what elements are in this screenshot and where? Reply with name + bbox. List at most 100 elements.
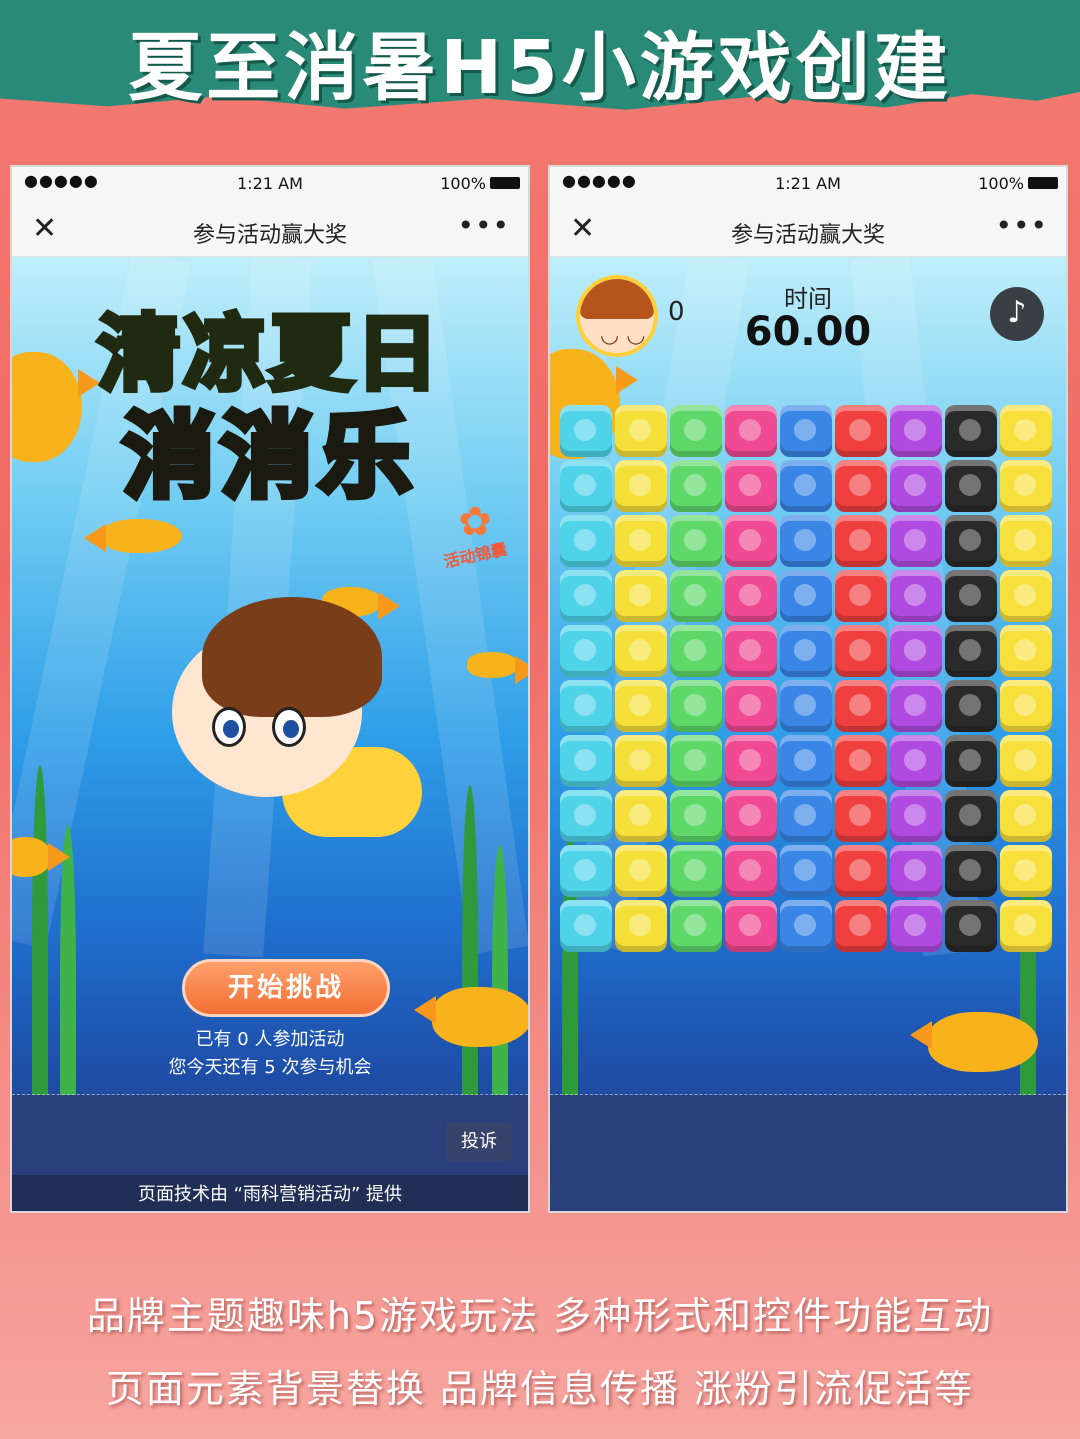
tile-peach[interactable] (725, 515, 777, 567)
tile-melon[interactable] (1000, 790, 1052, 842)
tile-sprout[interactable] (890, 680, 942, 732)
tile-dolphin[interactable] (560, 460, 612, 512)
tile-sprout[interactable] (890, 405, 942, 457)
tile-shrimp[interactable] (835, 790, 887, 842)
tile-sprout[interactable] (890, 570, 942, 622)
tile-wave[interactable] (780, 900, 832, 952)
tile-bomb[interactable] (945, 680, 997, 732)
tile-leaf[interactable] (670, 735, 722, 787)
tile-bomb[interactable] (945, 790, 997, 842)
tile-shrimp[interactable] (835, 405, 887, 457)
tile-shrimp[interactable] (835, 625, 887, 677)
tile-dolphin[interactable] (560, 845, 612, 897)
tile-peach[interactable] (725, 900, 777, 952)
tile-wave[interactable] (780, 680, 832, 732)
activity-tips-badge[interactable]: ✿ 活动锦囊 (430, 502, 520, 572)
tile-peach[interactable] (725, 405, 777, 457)
tile-pineapple[interactable] (615, 405, 667, 457)
tile-wave[interactable] (780, 735, 832, 787)
tile-sprout[interactable] (890, 625, 942, 677)
tile-melon[interactable] (1000, 405, 1052, 457)
tile-bomb[interactable] (945, 515, 997, 567)
tile-peach[interactable] (725, 460, 777, 512)
tile-shrimp[interactable] (835, 515, 887, 567)
tile-leaf[interactable] (670, 515, 722, 567)
tile-leaf[interactable] (670, 570, 722, 622)
tile-shrimp[interactable] (835, 845, 887, 897)
tile-leaf[interactable] (670, 680, 722, 732)
tile-wave[interactable] (780, 845, 832, 897)
tile-melon[interactable] (1000, 900, 1052, 952)
tile-leaf[interactable] (670, 405, 722, 457)
tile-wave[interactable] (780, 515, 832, 567)
tile-sprout[interactable] (890, 735, 942, 787)
timer-value: 60.00 (744, 309, 872, 355)
tile-peach[interactable] (725, 790, 777, 842)
tile-leaf[interactable] (670, 845, 722, 897)
tile-shrimp[interactable] (835, 900, 887, 952)
tile-bomb[interactable] (945, 460, 997, 512)
tile-dolphin[interactable] (560, 680, 612, 732)
tile-shrimp[interactable] (835, 460, 887, 512)
tile-wave[interactable] (780, 570, 832, 622)
tile-melon[interactable] (1000, 735, 1052, 787)
start-challenge-button[interactable]: 开始挑战 (182, 959, 390, 1017)
tile-peach[interactable] (725, 570, 777, 622)
tile-pineapple[interactable] (615, 900, 667, 952)
tile-peach[interactable] (725, 845, 777, 897)
tile-melon[interactable] (1000, 460, 1052, 512)
tile-peach[interactable] (725, 680, 777, 732)
tile-shrimp[interactable] (835, 735, 887, 787)
music-note-icon[interactable]: ♪ (990, 287, 1044, 341)
tile-dolphin[interactable] (560, 900, 612, 952)
game-play-screen: ◡ ◡ 0 时间 60.00 ♪ (550, 257, 1066, 1211)
tile-dolphin[interactable] (560, 625, 612, 677)
tile-dolphin[interactable] (560, 790, 612, 842)
tile-bomb[interactable] (945, 845, 997, 897)
tile-peach[interactable] (725, 735, 777, 787)
tile-pineapple[interactable] (615, 790, 667, 842)
tile-bomb[interactable] (945, 900, 997, 952)
nav-bar: ✕ 参与活动赢大奖 ••• (550, 201, 1066, 257)
tile-dolphin[interactable] (560, 735, 612, 787)
tile-leaf[interactable] (670, 625, 722, 677)
tile-melon[interactable] (1000, 680, 1052, 732)
tile-melon[interactable] (1000, 625, 1052, 677)
tile-wave[interactable] (780, 790, 832, 842)
tile-bomb[interactable] (945, 570, 997, 622)
tile-dolphin[interactable] (560, 515, 612, 567)
tile-sprout[interactable] (890, 460, 942, 512)
fish (910, 1012, 1038, 1072)
tile-wave[interactable] (780, 625, 832, 677)
tile-pineapple[interactable] (615, 460, 667, 512)
tile-pineapple[interactable] (615, 515, 667, 567)
tile-bomb[interactable] (945, 405, 997, 457)
tile-dolphin[interactable] (560, 405, 612, 457)
tile-shrimp[interactable] (835, 570, 887, 622)
tile-bomb[interactable] (945, 735, 997, 787)
tile-pineapple[interactable] (615, 735, 667, 787)
tile-pineapple[interactable] (615, 680, 667, 732)
tile-leaf[interactable] (670, 460, 722, 512)
tile-sprout[interactable] (890, 900, 942, 952)
more-icon[interactable]: ••• (995, 209, 1048, 242)
tile-wave[interactable] (780, 405, 832, 457)
complain-button[interactable]: 投诉 (446, 1123, 512, 1161)
tile-pineapple[interactable] (615, 845, 667, 897)
tile-leaf[interactable] (670, 900, 722, 952)
tile-peach[interactable] (725, 625, 777, 677)
tile-sprout[interactable] (890, 790, 942, 842)
tile-sprout[interactable] (890, 845, 942, 897)
more-icon[interactable]: ••• (457, 209, 510, 242)
tile-bomb[interactable] (945, 625, 997, 677)
tile-melon[interactable] (1000, 515, 1052, 567)
tile-pineapple[interactable] (615, 625, 667, 677)
tile-pineapple[interactable] (615, 570, 667, 622)
tile-sprout[interactable] (890, 515, 942, 567)
tile-dolphin[interactable] (560, 570, 612, 622)
tile-shrimp[interactable] (835, 680, 887, 732)
tile-melon[interactable] (1000, 845, 1052, 897)
tile-leaf[interactable] (670, 790, 722, 842)
tile-wave[interactable] (780, 460, 832, 512)
tile-melon[interactable] (1000, 570, 1052, 622)
